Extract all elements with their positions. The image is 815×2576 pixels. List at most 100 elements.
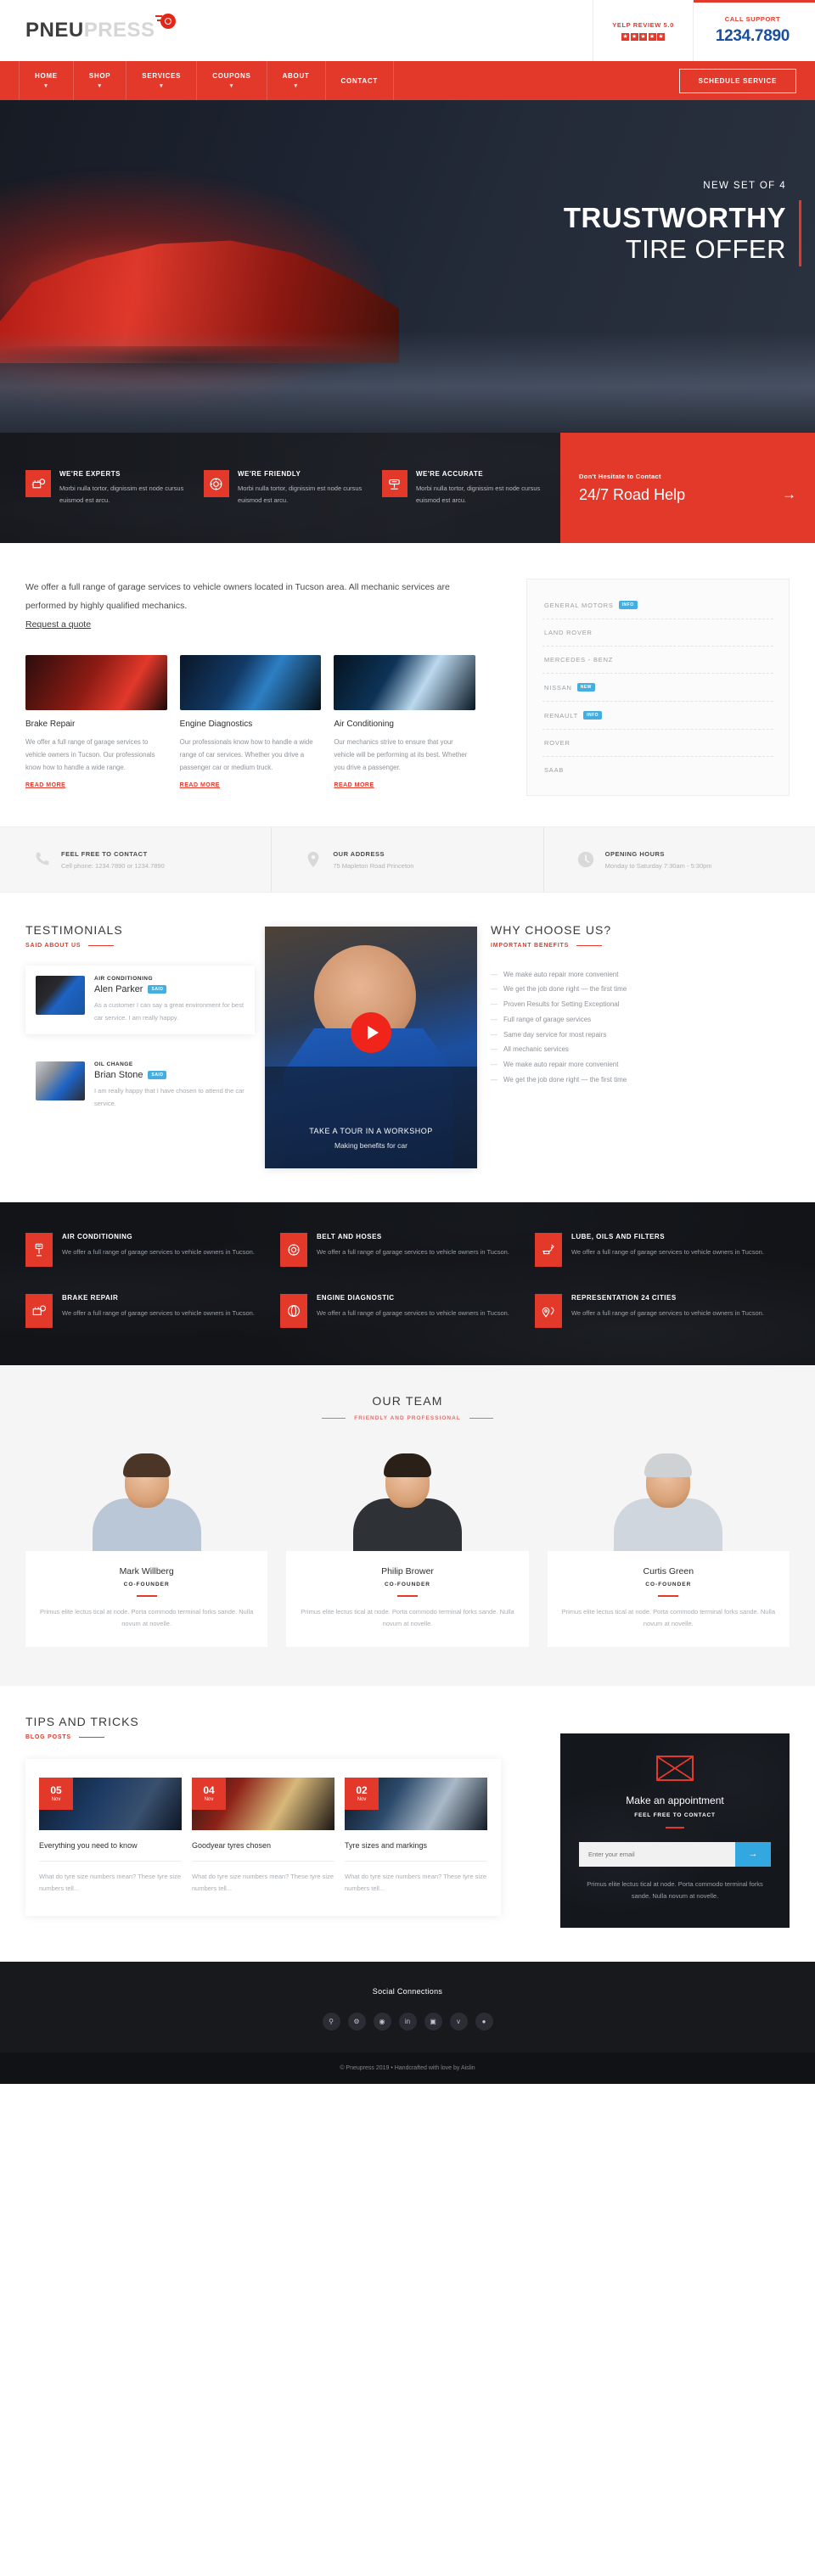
- blog-column: TIPS AND TRICKS BLOG POSTS 05 Nov Everyt…: [0, 1715, 501, 1928]
- post-month: Nov: [357, 1797, 367, 1802]
- blog-post[interactable]: 04 Nov Goodyear tyres chosen What do tyr…: [192, 1778, 334, 1896]
- brand-item[interactable]: GENERAL MOTORS INFO: [542, 591, 773, 619]
- benefit-item: — Full range of garage services: [491, 1012, 706, 1028]
- nav-item-services[interactable]: SERVICES ▾: [126, 61, 198, 100]
- instagram-icon[interactable]: ▣: [424, 2013, 442, 2030]
- top-bar: PNEUPRESS YELP REVIEW 5.0 ★ ★ ★ ★ ★ CALL…: [0, 0, 815, 61]
- contact-address[interactable]: OUR ADDRESS 75 Mapleton Road Princeton: [272, 827, 544, 892]
- dark-service-brake-repair[interactable]: BRAKE REPAIR We offer a full range of ga…: [25, 1294, 280, 1328]
- gear-icon[interactable]: ⚙: [347, 2013, 366, 2030]
- post-excerpt: What do tyre size numbers mean? These ty…: [345, 1872, 487, 1893]
- feature-desc: Morbi nulla tortor, dignissim est node c…: [415, 484, 541, 504]
- testimonial-service: OIL CHANGE: [94, 1061, 133, 1068]
- hero-copy: NEW SET OF 4 TRUSTWORTHY TIRE OFFER: [564, 181, 786, 265]
- dark-service-title: BRAKE REPAIR: [62, 1294, 119, 1302]
- submit-button[interactable]: →: [735, 1841, 771, 1867]
- dark-service-lube-oils-filters[interactable]: LUBE, OILS AND FILTERS We offer a full r…: [534, 1233, 790, 1267]
- nav-label: SHOP: [88, 72, 111, 80]
- service-card-air-conditioning[interactable]: Air Conditioning Our mechanics strive to…: [334, 655, 476, 791]
- hero-title-line2: TIRE OFFER: [625, 233, 786, 264]
- logo-wordmark: PNEUPRESS: [25, 20, 155, 41]
- rss-icon[interactable]: ◉: [373, 2013, 391, 2030]
- said-badge: SAID: [148, 1071, 167, 1080]
- support-phone-number[interactable]: 1234.7890: [716, 27, 790, 46]
- post-title[interactable]: Tyre sizes and markings: [345, 1840, 487, 1852]
- nav-item-shop[interactable]: SHOP ▾: [74, 61, 127, 100]
- benefit-text: We get the job done right — the first ti…: [503, 1076, 627, 1084]
- engine-gear-icon: [25, 470, 51, 498]
- post-date-badge: 02 Nov: [345, 1778, 379, 1810]
- post-title[interactable]: Everything you need to know: [39, 1840, 182, 1852]
- dribbble-icon[interactable]: ●: [475, 2013, 493, 2030]
- nav-item-about[interactable]: ABOUT ▾: [267, 61, 326, 100]
- site-logo[interactable]: PNEUPRESS: [0, 14, 176, 41]
- blog-post[interactable]: 05 Nov Everything you need to know What …: [39, 1778, 182, 1896]
- brand-item[interactable]: RENAULT INFO: [542, 702, 773, 730]
- request-quote-link[interactable]: Request a quote: [25, 619, 91, 630]
- service-card-brake-repair[interactable]: Brake Repair We offer a full range of ga…: [25, 655, 167, 791]
- read-more-link[interactable]: READ MORE: [334, 782, 374, 788]
- service-card-engine-diagnostics[interactable]: Engine Diagnostics Our professionals kno…: [179, 655, 322, 791]
- road-help-card[interactable]: Don't Hesitate to Contact 24/7 Road Help…: [560, 433, 815, 543]
- benefit-item: — We make auto repair more convenient: [491, 1058, 706, 1073]
- divider-rule: [78, 1737, 104, 1738]
- brand-item[interactable]: MERCEDES - BENZ: [542, 647, 773, 674]
- brand-item[interactable]: ROVER: [542, 730, 773, 757]
- linkedin-icon[interactable]: in: [398, 2013, 417, 2030]
- search-icon[interactable]: ⚲: [322, 2013, 340, 2030]
- dash-icon: —: [491, 1076, 497, 1084]
- subheading-text: BLOG POSTS: [25, 1734, 71, 1740]
- benefit-item: — We make auto repair more convenient: [491, 967, 706, 983]
- subheading-text: IMPORTANT BENEFITS: [491, 943, 570, 949]
- contact-phone[interactable]: FEEL FREE TO CONTACT Cell phone: 1234.78…: [0, 827, 273, 892]
- dash-icon: —: [491, 970, 497, 978]
- benefit-text: We make auto repair more convenient: [503, 970, 619, 978]
- team-member-philip-brower[interactable]: Philip Brower CO-FOUNDER Primus elite le…: [286, 1445, 529, 1647]
- testimonial-card[interactable]: OIL CHANGE Brian Stone SAID I am really …: [25, 1051, 255, 1110]
- post-month: Nov: [51, 1797, 61, 1802]
- testimonial-name: Alen Parker SAID: [94, 984, 244, 994]
- team-member-curtis-green[interactable]: Curtis Green CO-FOUNDER Primus elite lec…: [547, 1445, 790, 1647]
- benefit-text: We make auto repair more convenient: [503, 1061, 619, 1069]
- dark-service-representation-24-cities[interactable]: REPRESENTATION 24 CITIES We offer a full…: [534, 1294, 790, 1328]
- divider-rule: [576, 945, 603, 946]
- read-more-link[interactable]: READ MORE: [25, 782, 65, 788]
- dark-service-engine-diagnostic[interactable]: ENGINE DIAGNOSTIC We offer a full range …: [279, 1294, 535, 1328]
- testimonial-text: I am really happy that I have chosen to …: [94, 1087, 244, 1107]
- dark-service-desc: We offer a full range of garage services…: [570, 1309, 764, 1317]
- video-thumbnail[interactable]: TAKE A TOUR IN A WORKSHOP Making benefit…: [265, 927, 477, 1168]
- brand-tag: INFO: [618, 601, 638, 609]
- brand-item[interactable]: NISSAN NEW: [542, 674, 773, 702]
- schedule-service-button[interactable]: SCHEDULE SERVICE: [678, 68, 796, 93]
- nav-item-coupons[interactable]: COUPONS ▾: [197, 61, 267, 100]
- play-icon[interactable]: [351, 1012, 391, 1054]
- nav-item-contact[interactable]: CONTACT: [326, 61, 394, 100]
- blog-section: TIPS AND TRICKS BLOG POSTS 05 Nov Everyt…: [0, 1686, 815, 1962]
- contact-hours[interactable]: OPENING HOURS Monday to Saturday 7:30am …: [544, 827, 815, 892]
- dark-service-air-conditioning[interactable]: AIR CONDITIONING We offer a full range o…: [25, 1233, 280, 1267]
- brand-item[interactable]: LAND ROVER: [542, 619, 773, 647]
- dark-service-belt-and-hoses[interactable]: BELT AND HOSES We offer a full range of …: [279, 1233, 535, 1267]
- vimeo-icon[interactable]: v: [449, 2013, 468, 2030]
- footer-heading: Social Connections: [372, 1987, 443, 1996]
- blog-post[interactable]: 02 Nov Tyre sizes and markings What do t…: [345, 1778, 487, 1896]
- testimonial-card[interactable]: AIR CONDITIONING Alen Parker SAID As a c…: [25, 966, 255, 1035]
- dark-service-desc: We offer a full range of garage services…: [62, 1309, 255, 1317]
- post-title[interactable]: Goodyear tyres chosen: [192, 1840, 334, 1852]
- brand-item[interactable]: SAAB: [542, 757, 773, 783]
- appointment-subheading: FEEL FREE TO CONTACT: [634, 1812, 716, 1818]
- team-member-mark-willberg[interactable]: Mark Willberg CO-FOUNDER Primus elite le…: [25, 1445, 268, 1647]
- member-card: Mark Willberg CO-FOUNDER Primus elite le…: [25, 1551, 268, 1647]
- dark-service-title: ENGINE DIAGNOSTIC: [316, 1294, 395, 1302]
- brand-name: MERCEDES - BENZ: [544, 656, 614, 664]
- feature-item-accurate: WE'RE ACCURATE Morbi nulla tortor, digni…: [381, 470, 560, 505]
- feature-items: WE'RE EXPERTS Morbi nulla tortor, dignis…: [0, 433, 560, 543]
- call-support[interactable]: CALL SUPPORT 1234.7890: [692, 0, 815, 61]
- avatar: [36, 976, 85, 1015]
- brands-list: GENERAL MOTORS INFO LAND ROVER MERCEDES …: [526, 579, 790, 796]
- email-input[interactable]: [579, 1841, 735, 1867]
- yelp-review[interactable]: YELP REVIEW 5.0 ★ ★ ★ ★ ★: [593, 0, 693, 61]
- nav-item-home[interactable]: HOME ▾: [19, 61, 74, 100]
- nav-label: SERVICES: [142, 72, 182, 80]
- read-more-link[interactable]: READ MORE: [180, 782, 220, 788]
